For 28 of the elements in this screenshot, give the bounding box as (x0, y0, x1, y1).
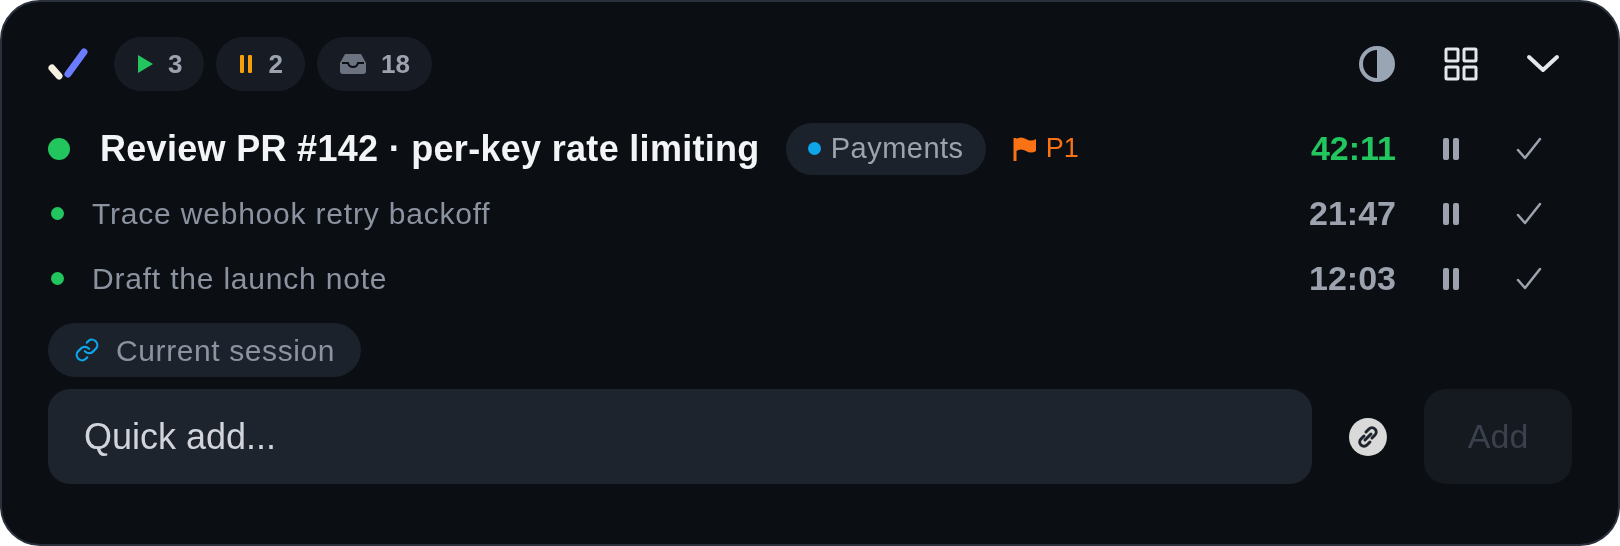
project-tag[interactable]: Payments (785, 122, 986, 175)
counter-pill[interactable]: 18 (316, 37, 432, 91)
task-title[interactable]: Trace webhook retry backoff (92, 191, 491, 236)
pause-icon[interactable] (1442, 266, 1460, 291)
task-timer: 42:11 (1310, 128, 1396, 169)
chevron-down-icon[interactable] (1526, 53, 1560, 75)
counter-pill[interactable]: 3 (114, 37, 205, 91)
pause-icon (238, 54, 255, 74)
checkmark-icon[interactable] (1516, 266, 1542, 291)
checkmark-icon[interactable] (1516, 136, 1542, 161)
pause-icon[interactable] (1442, 136, 1460, 161)
task-timer: 12:03 (1309, 258, 1396, 299)
session-chip[interactable]: Current session (48, 323, 362, 377)
grid-icon[interactable] (1444, 47, 1478, 81)
pause-icon[interactable] (1442, 201, 1460, 226)
flag-icon (1011, 135, 1038, 162)
counter-pill[interactable]: 2 (216, 37, 305, 91)
priority-label: P1 (1045, 132, 1079, 166)
task-title[interactable]: Draft the launch note (92, 256, 388, 301)
link-icon[interactable] (1348, 416, 1389, 457)
task-title[interactable]: Review PR #142 · per-key rate limiting (100, 121, 760, 176)
task-timer: 21:47 (1309, 193, 1396, 234)
quick-add-field[interactable]: Quick add... (48, 389, 1313, 484)
inbox-icon (338, 53, 367, 75)
contrast-icon[interactable] (1358, 45, 1396, 83)
link-icon (74, 337, 100, 363)
checkmark-icon[interactable] (1516, 201, 1542, 226)
play-icon (136, 54, 154, 74)
